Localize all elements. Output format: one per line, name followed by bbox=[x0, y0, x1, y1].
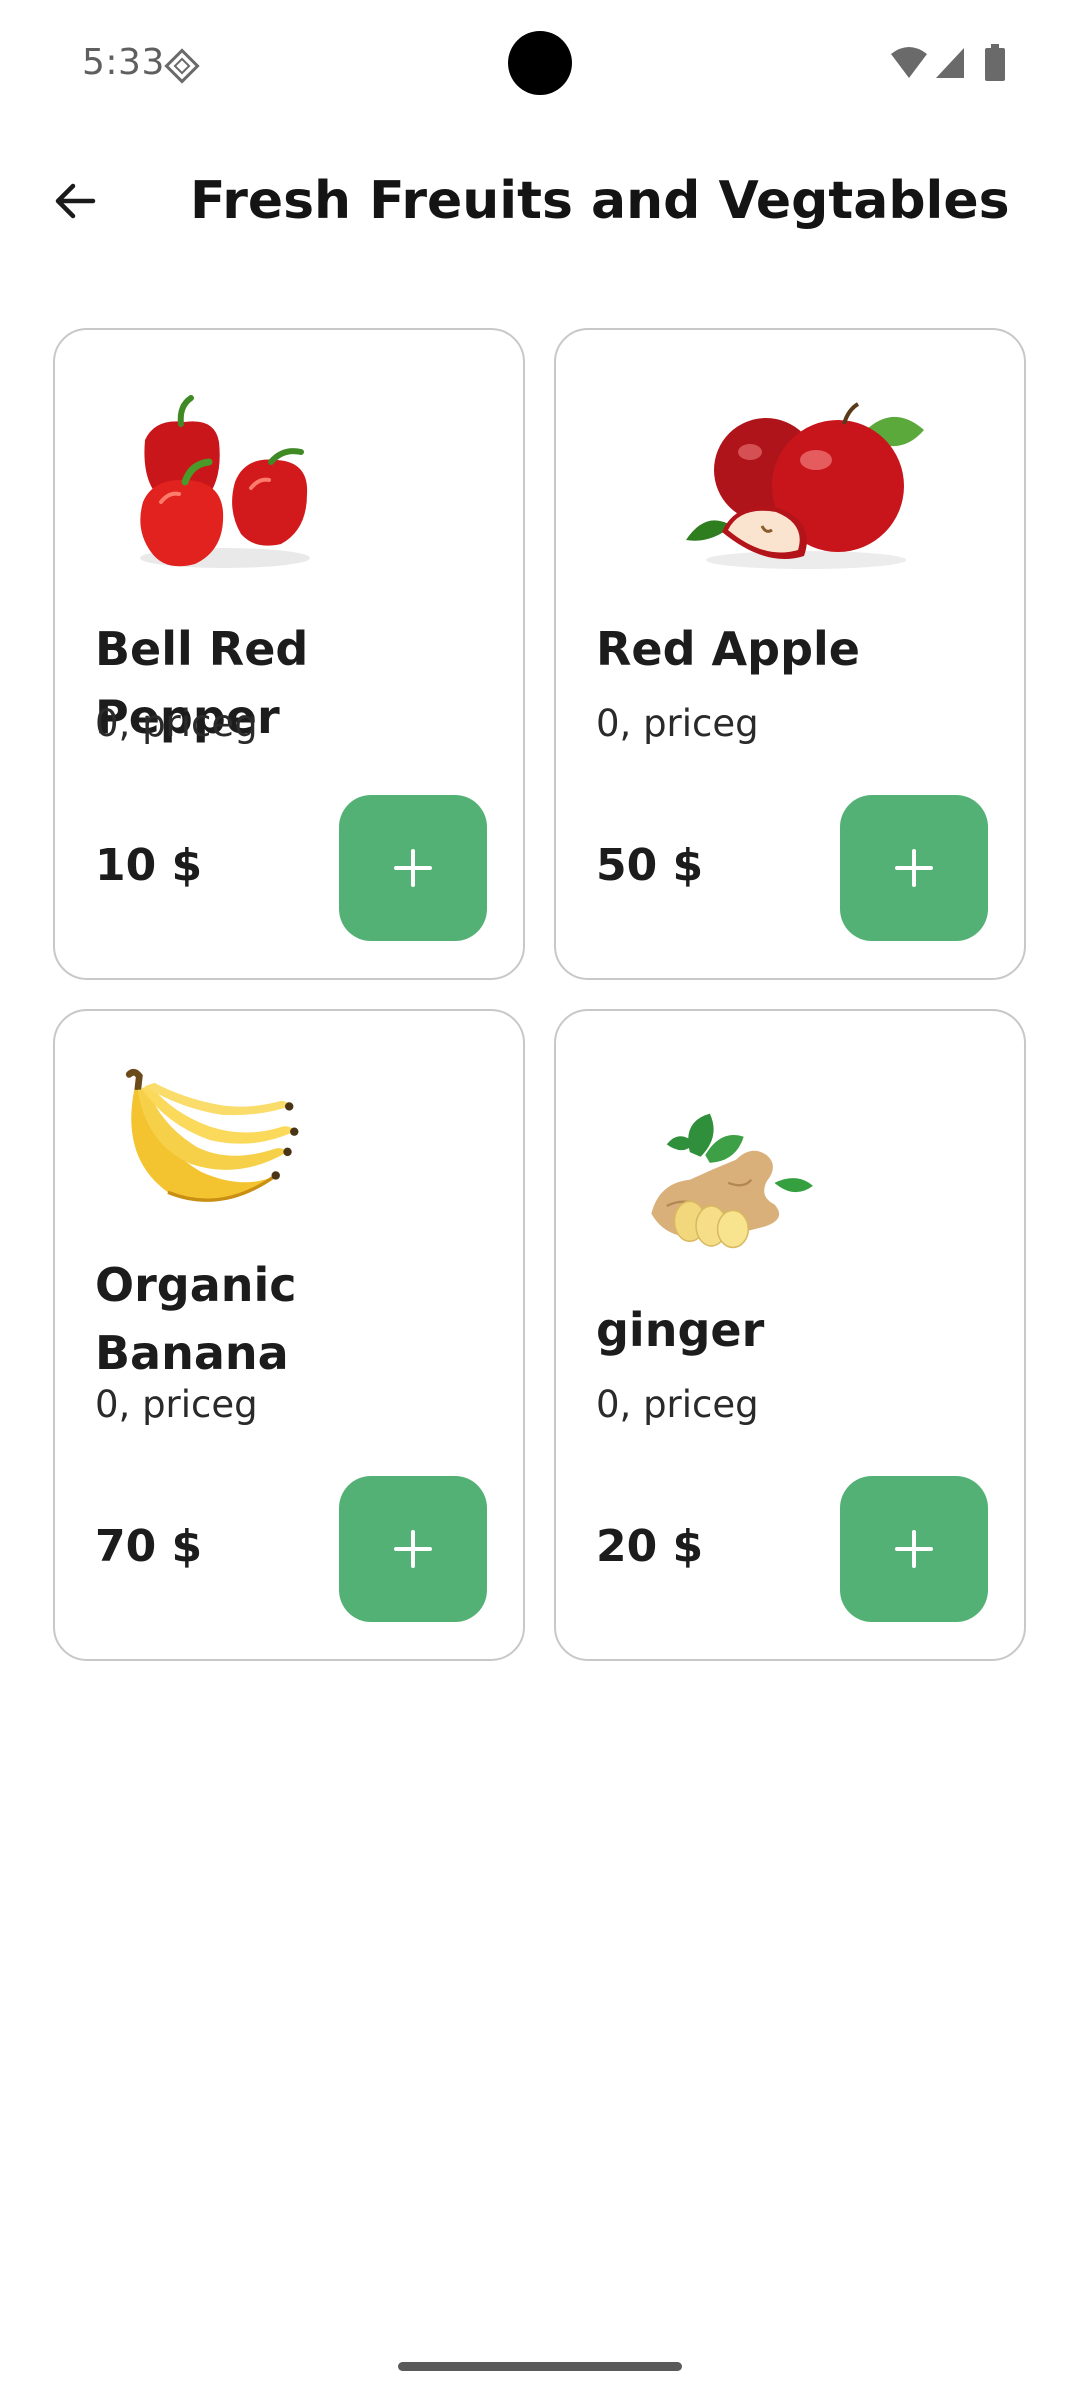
product-price: 50 $ bbox=[596, 840, 704, 891]
add-to-cart-button[interactable] bbox=[339, 1476, 487, 1622]
screen: 5:33 Fresh Freuits and Vegtables Bell Re… bbox=[0, 0, 1080, 2400]
ginger-image bbox=[651, 1113, 813, 1249]
camera-cutout bbox=[508, 31, 572, 95]
product-unit: 0, priceg bbox=[596, 1383, 759, 1426]
product-price: 70 $ bbox=[95, 1521, 203, 1572]
red-apple-image bbox=[686, 402, 924, 569]
diamond-icon bbox=[164, 48, 200, 84]
product-grid: Bell Red Pepper 0, priceg 10 $ Red Apple… bbox=[53, 328, 1027, 1661]
status-time: 5:33 bbox=[82, 42, 165, 83]
red-pepper-image bbox=[140, 395, 310, 568]
product-unit: 0, priceg bbox=[95, 702, 258, 745]
plus-icon bbox=[895, 1530, 933, 1568]
product-unit: 0, priceg bbox=[95, 1383, 258, 1426]
plus-icon bbox=[895, 849, 933, 887]
product-name: Red Apple bbox=[596, 622, 860, 676]
product-card-organic-banana[interactable]: Organic Banana 0, priceg 70 $ bbox=[53, 1009, 525, 1661]
back-button[interactable] bbox=[40, 166, 110, 236]
page-title: Fresh Freuits and Vegtables bbox=[190, 171, 1010, 231]
plus-icon bbox=[394, 1530, 432, 1568]
add-to-cart-button[interactable] bbox=[840, 1476, 988, 1622]
status-bar: 5:33 bbox=[0, 0, 1080, 130]
product-price: 20 $ bbox=[596, 1521, 704, 1572]
product-name: Organic Banana bbox=[95, 1258, 297, 1380]
banana-image bbox=[125, 1068, 299, 1202]
arrow-left-icon bbox=[55, 183, 96, 219]
product-card-ginger[interactable]: ginger 0, priceg 20 $ bbox=[554, 1009, 1026, 1661]
add-to-cart-button[interactable] bbox=[339, 795, 487, 941]
product-card-red-apple[interactable]: Red Apple 0, priceg 50 $ bbox=[554, 328, 1026, 980]
product-price: 10 $ bbox=[95, 840, 203, 891]
wifi-icon bbox=[891, 47, 927, 78]
add-to-cart-button[interactable] bbox=[840, 795, 988, 941]
product-unit: 0, priceg bbox=[596, 702, 759, 745]
home-indicator[interactable] bbox=[398, 2362, 682, 2371]
product-card-bell-red-pepper[interactable]: Bell Red Pepper 0, priceg 10 $ bbox=[53, 328, 525, 980]
plus-icon bbox=[394, 849, 432, 887]
product-name: ginger bbox=[596, 1303, 765, 1357]
signal-icon bbox=[936, 48, 964, 78]
battery-icon bbox=[985, 44, 1005, 81]
